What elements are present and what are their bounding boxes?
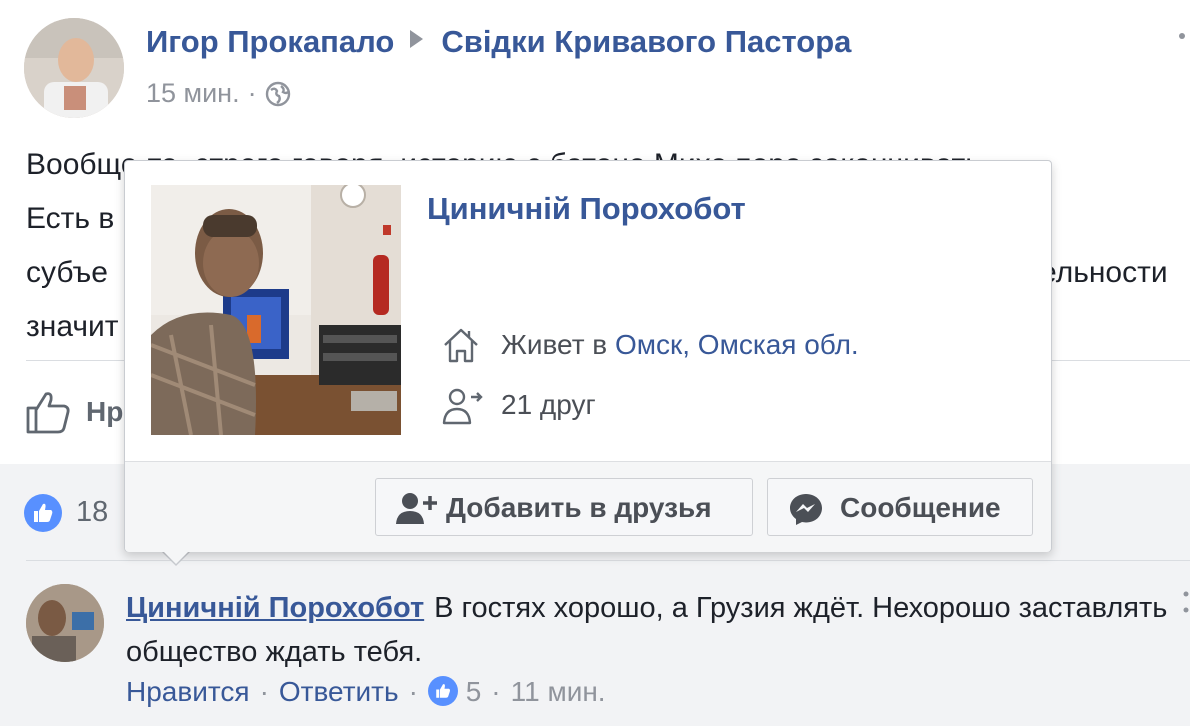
reaction-summary[interactable]: 18 (24, 494, 108, 534)
comment-options-icon[interactable] (1182, 590, 1190, 626)
add-friend-button[interactable]: Добавить в друзья (375, 478, 753, 536)
post-author-link[interactable]: Игор Прокапало (146, 24, 394, 59)
author-avatar[interactable] (24, 18, 124, 118)
comments-divider (26, 560, 1190, 561)
comment-author-link[interactable]: Циничній Порохобот (126, 592, 424, 624)
hovercard-lives-label: Живет в (501, 329, 615, 360)
add-friend-label: Добавить в друзья (446, 492, 712, 523)
hovercard-friends-row: 21 друг (441, 385, 741, 429)
post-group-link[interactable]: Свідки Кривавого Пастора (441, 24, 851, 59)
reaction-count: 18 (76, 496, 109, 528)
like-reaction-icon[interactable] (427, 676, 458, 706)
comment-separator: · (408, 676, 418, 707)
comment-reaction-count[interactable]: 5 (466, 676, 482, 707)
add-friend-icon (396, 492, 438, 531)
hovercard-name-link[interactable]: Циничній Порохобот (427, 191, 746, 227)
messenger-icon (788, 492, 824, 533)
post-timestamp[interactable]: 15 мин. (146, 78, 240, 108)
post-text-right-fragment: ельности (1040, 256, 1168, 289)
hovercard-footer: Добавить в друзья Сообщение (125, 461, 1051, 552)
like-button[interactable]: Нр (24, 388, 123, 438)
hovercard-location-row: Живет в Омск, Омская обл. (441, 325, 941, 369)
hovercard-profile-photo[interactable] (151, 185, 401, 435)
profile-hovercard: Циничній Порохобот Живет в Омск, Омская … (124, 160, 1052, 552)
comment-separator: · (259, 676, 269, 707)
post-header: Игор Прокапало Свідки Кривавого Пастора (146, 24, 851, 60)
home-icon (441, 325, 481, 372)
comment-timestamp[interactable]: 11 мин. (511, 676, 606, 707)
comment-actions: Нравится · Ответить · 5 · 11 мин. (126, 676, 606, 708)
meta-separator: · (247, 78, 257, 108)
like-reaction-icon (24, 494, 62, 532)
commenter-avatar[interactable] (26, 584, 104, 662)
comment-like-button[interactable]: Нравится (126, 676, 250, 707)
more-options-icon[interactable] (1178, 30, 1186, 70)
post-meta: 15 мин. · (146, 78, 291, 114)
hovercard-friends-count[interactable]: 21 друг (501, 389, 596, 421)
message-label: Сообщение (840, 492, 1001, 523)
message-button[interactable]: Сообщение (767, 478, 1033, 536)
hovercard-location-link[interactable]: Омск, Омская обл. (615, 329, 859, 360)
globe-icon[interactable] (265, 81, 291, 114)
thumbs-up-icon (26, 392, 70, 434)
hovercard-pointer-fill (161, 549, 191, 564)
like-button-label: Нр (86, 396, 124, 427)
friends-icon (441, 385, 485, 436)
comment-body: Циничній Порохобот В гостях хорошо, а Гру… (126, 586, 1176, 674)
comment-reply-button[interactable]: Ответить (279, 676, 399, 707)
comment-separator: · (491, 676, 501, 707)
arrow-right-icon (410, 30, 424, 48)
